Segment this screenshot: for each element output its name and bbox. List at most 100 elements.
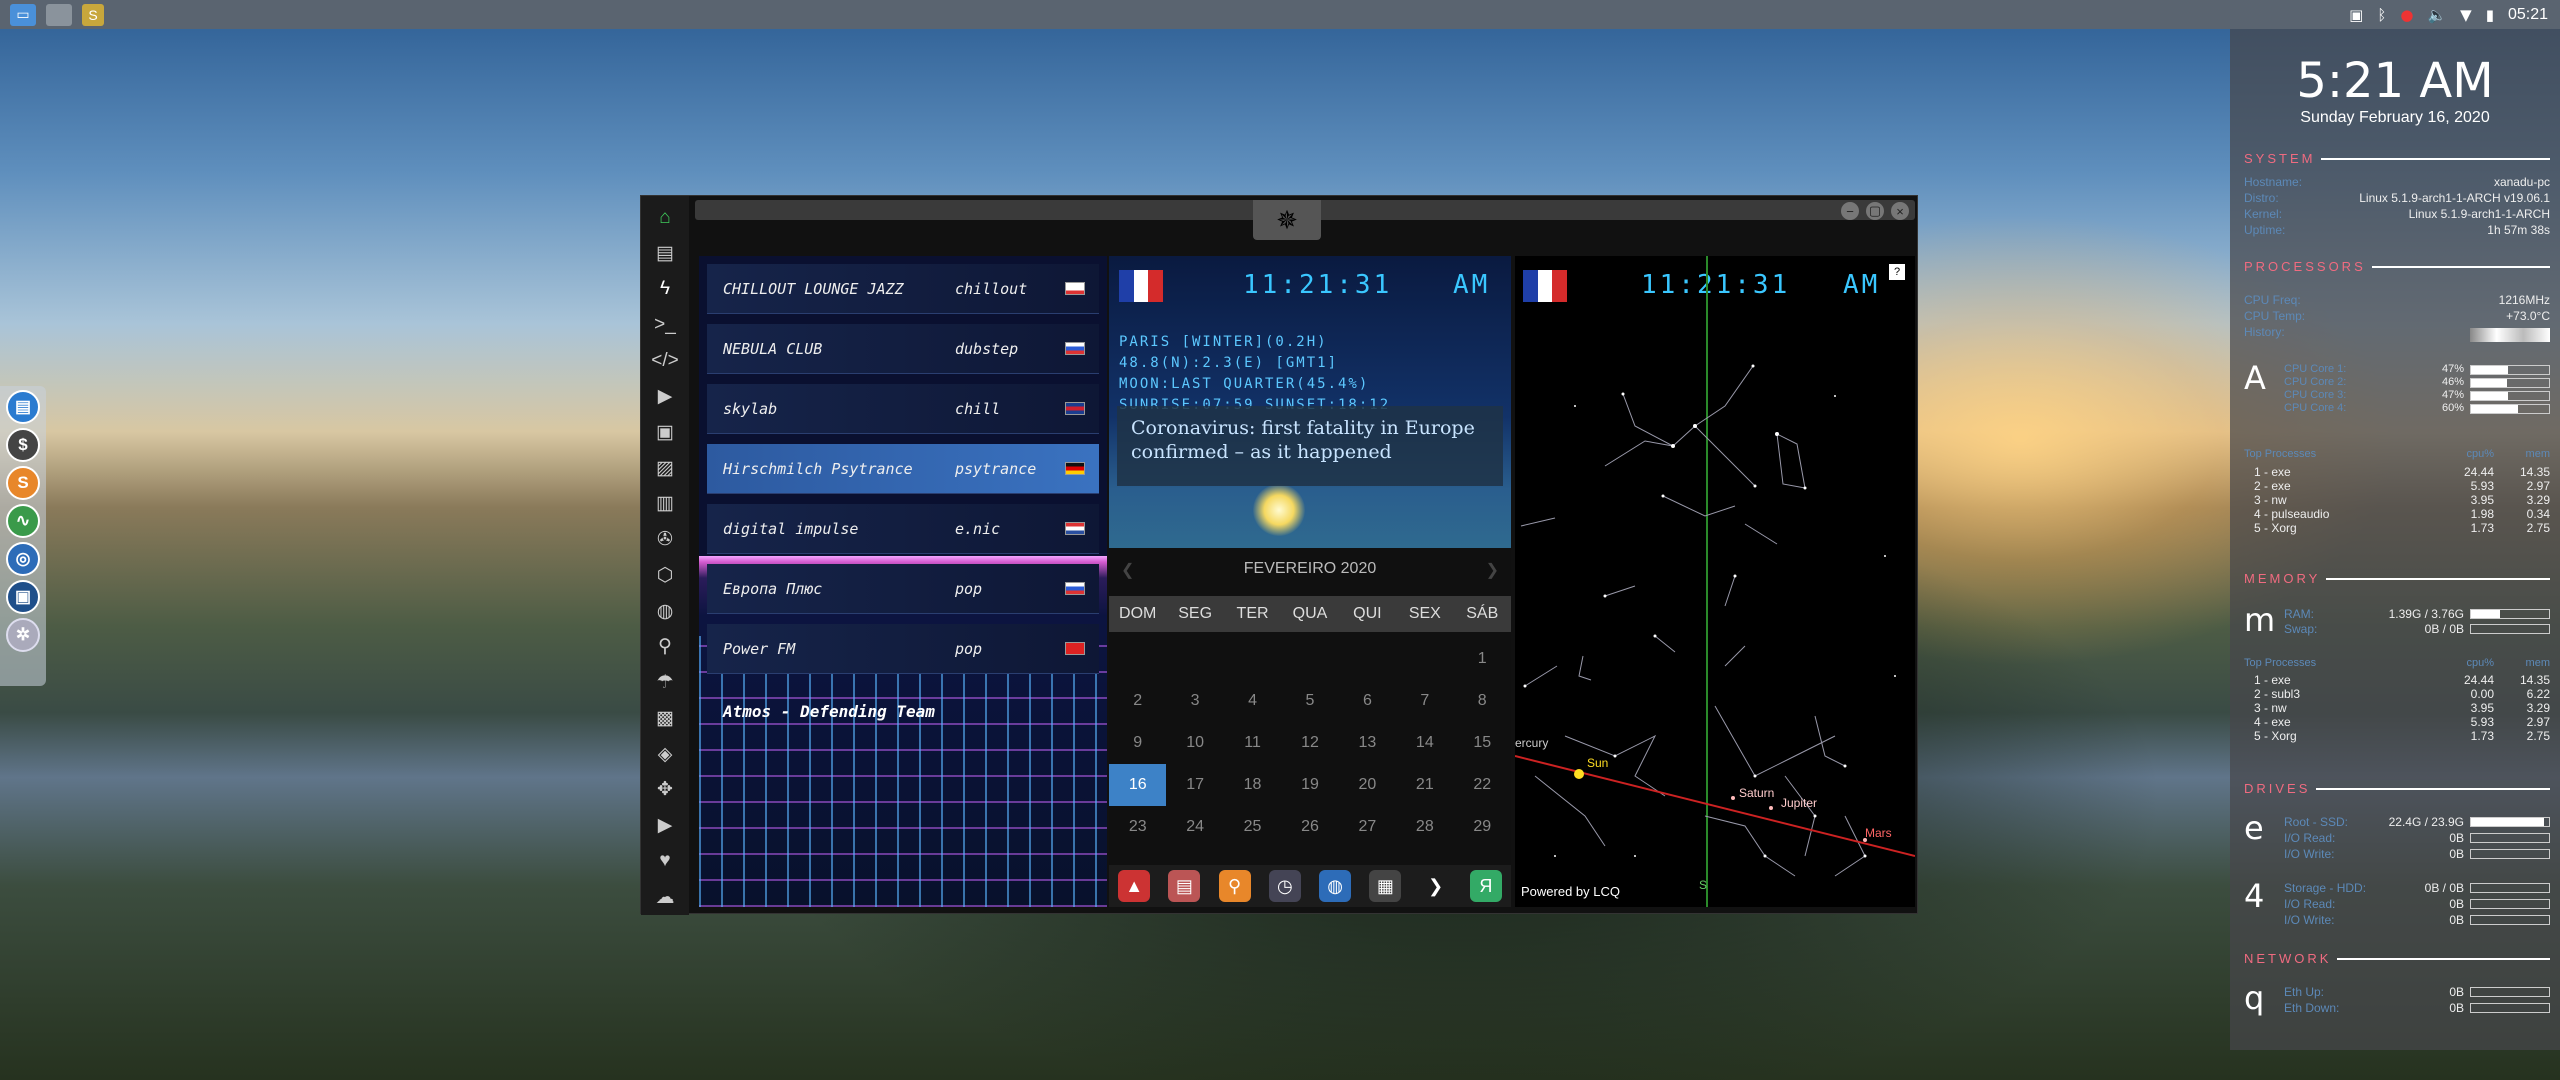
drive-storage-label: Storage - HDD: xyxy=(2284,881,2367,895)
calendar-day[interactable]: 27 xyxy=(1339,806,1396,848)
globe-icon[interactable]: ◍ xyxy=(641,593,689,629)
calendar-day[interactable]: 26 xyxy=(1281,806,1338,848)
volume-icon[interactable]: 🔈 xyxy=(2427,6,2446,24)
calendar-day[interactable]: 6 xyxy=(1339,680,1396,722)
contact-icon[interactable]: ▩ xyxy=(641,701,689,737)
calendar-day[interactable]: 21 xyxy=(1396,764,1453,806)
calendar-day[interactable]: 20 xyxy=(1339,764,1396,806)
money-icon[interactable]: $ xyxy=(6,428,40,462)
news-headline[interactable]: Coronavirus: first fatality in Europe co… xyxy=(1117,406,1503,486)
top-mem-process-name: 4 - exe xyxy=(2254,715,2291,729)
mercury-label: ercury xyxy=(1515,736,1549,750)
terminal-icon[interactable]: >_ xyxy=(641,307,689,343)
wifi-icon[interactable]: ▼ xyxy=(2460,6,2472,24)
cpu-core-value: 46% xyxy=(2441,376,2464,388)
maximize-button[interactable]: ▢ xyxy=(1866,202,1884,220)
calendar-day[interactable]: 13 xyxy=(1339,722,1396,764)
calendar-day[interactable]: 10 xyxy=(1166,722,1223,764)
screen-icon[interactable]: ▣ xyxy=(6,580,40,614)
battery-icon[interactable]: ▮ xyxy=(2486,6,2494,24)
settings-icon[interactable]: ✲ xyxy=(6,618,40,652)
calendar-day[interactable]: 24 xyxy=(1166,806,1223,848)
station-flag-icon xyxy=(1065,522,1085,535)
next-month-button[interactable]: ❯ xyxy=(1486,560,1499,580)
calendar-day[interactable]: 15 xyxy=(1454,722,1511,764)
network-title: NETWORK xyxy=(2244,951,2332,966)
launcher-globe-icon[interactable]: ◍ xyxy=(1319,870,1352,902)
drive-root-label: I/O Read: xyxy=(2284,831,2336,845)
bluetooth-icon[interactable]: ᛒ xyxy=(2377,6,2386,24)
sublime-icon[interactable]: S xyxy=(82,3,104,26)
calendar-day[interactable]: 7 xyxy=(1396,680,1453,722)
image-icon[interactable]: ▨ xyxy=(641,450,689,486)
station-row[interactable]: skylab chill xyxy=(707,384,1099,434)
home-icon[interactable]: ⌂ xyxy=(641,200,689,236)
launcher-calendar-icon[interactable]: ▦ xyxy=(1369,870,1402,902)
calendar-day[interactable]: 28 xyxy=(1396,806,1453,848)
record-icon[interactable]: ● xyxy=(2400,6,2413,24)
top-cpu-col1: cpu% xyxy=(2466,448,2494,460)
tray-clock[interactable]: 05:21 xyxy=(2508,6,2548,24)
launcher-red-icon[interactable]: ▲ xyxy=(1118,870,1151,902)
calendar-day[interactable]: 29 xyxy=(1454,806,1511,848)
cpu-core-bar xyxy=(2470,391,2550,401)
heart-icon[interactable]: ♥ xyxy=(641,844,689,880)
chrome-icon[interactable]: ◎ xyxy=(6,542,40,576)
launcher-arrow-icon[interactable]: ❯ xyxy=(1419,870,1452,902)
station-row[interactable]: NEBULA CLUB dubstep xyxy=(707,324,1099,374)
monitor-icon[interactable]: ∿ xyxy=(6,504,40,538)
calendar-day[interactable]: 1 xyxy=(1454,638,1511,680)
aperture-icon[interactable]: ✇ xyxy=(641,522,689,558)
station-genre: chillout xyxy=(955,279,1028,298)
calendar-day[interactable]: 8 xyxy=(1454,680,1511,722)
calendar-day[interactable]: 22 xyxy=(1454,764,1511,806)
close-button[interactable]: × xyxy=(1891,202,1909,220)
calendar-day[interactable]: 25 xyxy=(1224,806,1281,848)
station-row[interactable]: CHILLOUT LOUNGE JAZZ chillout xyxy=(707,264,1099,314)
cloud-icon[interactable]: ☁ xyxy=(641,879,689,915)
fullscreen-icon[interactable]: ✥ xyxy=(641,772,689,808)
launcher-clock-icon[interactable]: ◷ xyxy=(1268,870,1301,902)
cpu-info-row: CPU Freq: 1216MHz xyxy=(2244,293,2550,309)
station-row[interactable]: digital impulse e.nic xyxy=(707,504,1099,554)
launcher-news-icon[interactable]: ▤ xyxy=(1168,870,1201,902)
calendar-day[interactable]: 2 xyxy=(1109,680,1166,722)
code-icon[interactable]: </> xyxy=(641,343,689,379)
minimize-button[interactable]: − xyxy=(1841,202,1859,220)
launcher-search-icon[interactable]: ⚲ xyxy=(1218,870,1251,902)
news-icon[interactable]: ▥ xyxy=(641,486,689,522)
file-manager-icon[interactable]: ▭ xyxy=(10,3,36,26)
youtube-icon[interactable]: ▶ xyxy=(641,808,689,844)
station-row[interactable]: Европа Плюс pop xyxy=(707,564,1099,614)
station-row[interactable]: Hirschmilch Psytrance psytrance xyxy=(707,444,1099,494)
calendar-day[interactable]: 4 xyxy=(1224,680,1281,722)
calendar-day[interactable]: 16 xyxy=(1109,764,1167,806)
memory-label: Swap: xyxy=(2284,622,2318,636)
window-icon[interactable] xyxy=(46,3,72,26)
star-map[interactable]: 11:21:31 AM ? ercury Sun Saturn Jupiter … xyxy=(1515,256,1915,907)
stack-icon[interactable]: ◈ xyxy=(641,736,689,772)
document-icon[interactable]: ▤ xyxy=(641,236,689,272)
calendar-day[interactable]: 3 xyxy=(1166,680,1223,722)
calendar-day[interactable]: 23 xyxy=(1109,806,1166,848)
sublime-text-icon[interactable]: S xyxy=(6,466,40,500)
files-icon[interactable]: ▣ xyxy=(641,415,689,451)
screenshot-icon[interactable]: ▣ xyxy=(2349,6,2363,24)
finder-icon[interactable]: ▤ xyxy=(6,390,40,424)
calendar-day[interactable]: 9 xyxy=(1109,722,1166,764)
calendar-day[interactable]: 19 xyxy=(1281,764,1338,806)
calendar-day[interactable]: 18 xyxy=(1224,764,1281,806)
search-icon[interactable]: ⚲ xyxy=(641,629,689,665)
lightning-icon[interactable]: ϟ xyxy=(641,272,689,308)
umbrella-icon[interactable]: ☂ xyxy=(641,665,689,701)
calendar-day[interactable]: 5 xyxy=(1281,680,1338,722)
calendar-day[interactable]: 12 xyxy=(1281,722,1338,764)
launcher-circle-icon[interactable]: Я xyxy=(1469,870,1502,902)
top-mem-process-row: 1 - exe 24.44 14.35 xyxy=(2254,673,2550,687)
hexagon-icon[interactable]: ⬡ xyxy=(641,558,689,594)
play-icon[interactable]: ▶ xyxy=(641,379,689,415)
calendar-day[interactable]: 11 xyxy=(1224,722,1281,764)
station-row[interactable]: Power FM pop xyxy=(707,624,1099,674)
calendar-day[interactable]: 17 xyxy=(1166,764,1223,806)
calendar-day[interactable]: 14 xyxy=(1396,722,1453,764)
